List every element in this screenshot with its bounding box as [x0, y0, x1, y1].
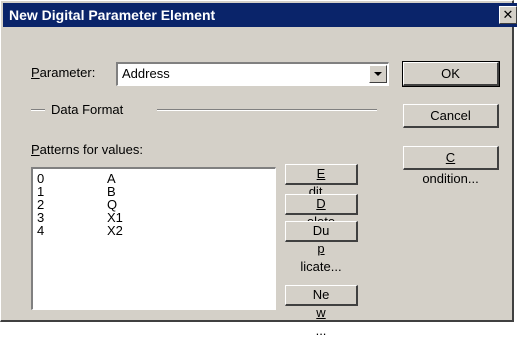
duplicate-button[interactable]: Du p licate...: [285, 221, 358, 274]
dialog-window: New Digital Parameter Element ✕ Paramete…: [0, 0, 517, 338]
cancel-button[interactable]: Cancel: [403, 104, 499, 128]
close-button[interactable]: ✕: [499, 6, 517, 24]
condition-button[interactable]: Condition...: [403, 146, 499, 186]
group-divider-left: [31, 109, 45, 111]
delete-button[interactable]: Delete: [285, 194, 358, 229]
close-icon: ✕: [502, 7, 514, 22]
new-button[interactable]: Ne w...: [285, 285, 358, 338]
group-divider-right: [157, 109, 377, 111]
parameter-select[interactable]: Address: [116, 62, 389, 86]
patterns-label: Patterns for values:: [31, 142, 143, 157]
patterns-listbox[interactable]: 0 A 1 B 2 Q 3 X1 4 X2: [31, 167, 276, 310]
chevron-down-icon[interactable]: [369, 65, 387, 83]
parameter-select-value: Address: [122, 66, 170, 81]
data-format-label: Data Format: [51, 102, 124, 117]
window-title: New Digital Parameter Element: [9, 7, 216, 23]
edit-button[interactable]: Edit...: [285, 164, 358, 199]
parameter-label: Parameter:: [31, 65, 96, 80]
ok-button[interactable]: OK: [402, 61, 500, 87]
title-bar[interactable]: New Digital Parameter Element ✕: [3, 3, 517, 27]
